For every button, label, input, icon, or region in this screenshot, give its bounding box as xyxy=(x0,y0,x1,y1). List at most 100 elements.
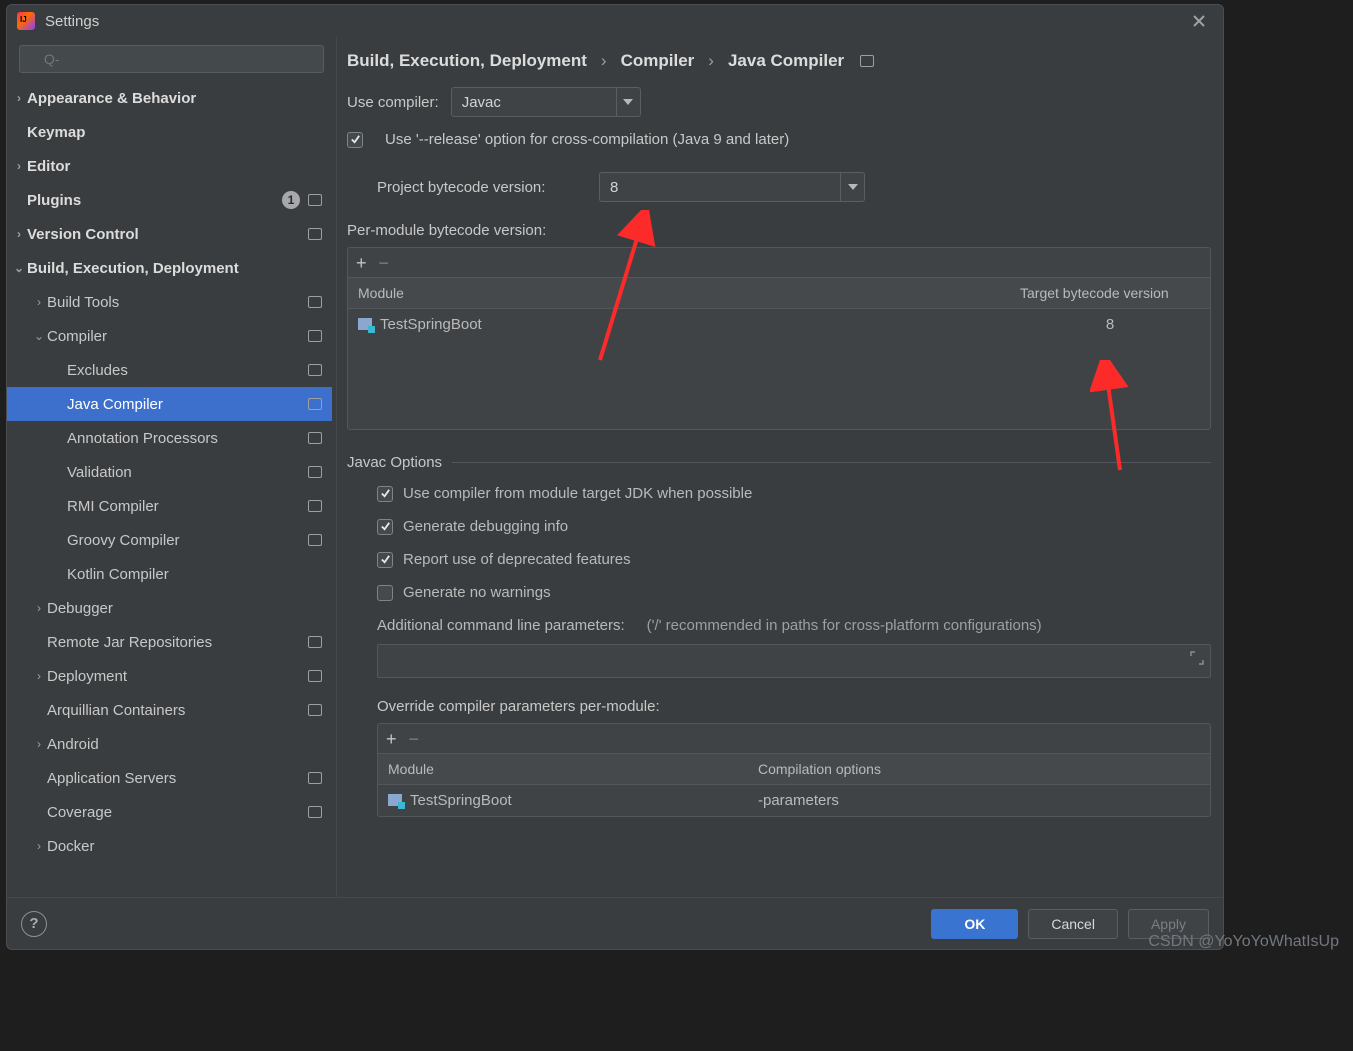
use-compiler-select[interactable]: Javac xyxy=(451,87,641,117)
update-count-badge: 1 xyxy=(282,191,300,209)
sidebar-item-keymap[interactable]: Keymap xyxy=(7,115,332,149)
sidebar-item-label: Excludes xyxy=(67,362,308,379)
sidebar-item-validation[interactable]: Validation xyxy=(7,455,332,489)
sidebar-item-excludes[interactable]: Excludes xyxy=(7,353,332,387)
close-button[interactable] xyxy=(1185,7,1213,35)
chevron-right-icon: › xyxy=(708,51,714,71)
sidebar-item-label: Application Servers xyxy=(47,770,308,787)
project-bytecode-version-value: 8 xyxy=(600,179,628,196)
window-title: Settings xyxy=(45,13,99,30)
sidebar-item-label: Remote Jar Repositories xyxy=(47,634,308,651)
sidebar-item-label: Annotation Processors xyxy=(67,430,308,447)
sidebar-item-java-compiler[interactable]: Java Compiler xyxy=(7,387,332,421)
chevron-right-icon: › xyxy=(31,839,47,853)
option-row: Report use of deprecated features xyxy=(377,551,1211,568)
help-button[interactable]: ? xyxy=(21,911,47,937)
project-bytecode-version-select[interactable]: 8 xyxy=(599,172,865,202)
sidebar-item-debugger[interactable]: ›Debugger xyxy=(7,591,332,625)
project-scope-icon xyxy=(860,55,874,67)
sidebar-item-docker[interactable]: ›Docker xyxy=(7,829,332,863)
project-scope-icon xyxy=(308,228,322,240)
sidebar-item-plugins[interactable]: Plugins1 xyxy=(7,183,332,217)
sidebar-item-groovy-compiler[interactable]: Groovy Compiler xyxy=(7,523,332,557)
checkbox[interactable] xyxy=(377,519,393,535)
sidebar-item-label: Android xyxy=(47,736,322,753)
chevron-down-icon: ⌄ xyxy=(11,261,27,275)
sidebar-item-build-execution-deployment[interactable]: ⌄Build, Execution, Deployment xyxy=(7,251,332,285)
project-bytecode-version-label: Project bytecode version: xyxy=(377,179,587,196)
target-bytecode-value[interactable]: 8 xyxy=(1010,309,1210,340)
addl-params-hint: ('/' recommended in paths for cross-plat… xyxy=(647,617,1042,634)
option-label: Generate debugging info xyxy=(403,518,568,535)
project-scope-icon xyxy=(308,806,322,818)
project-scope-icon xyxy=(308,330,322,342)
addl-params-input[interactable] xyxy=(377,644,1211,678)
remove-button[interactable]: − xyxy=(379,254,390,272)
sidebar-item-android[interactable]: ›Android xyxy=(7,727,332,761)
checkbox[interactable] xyxy=(377,585,393,601)
option-label: Report use of deprecated features xyxy=(403,551,631,568)
ide-logo-icon xyxy=(17,12,35,30)
expand-icon[interactable] xyxy=(1190,651,1204,665)
project-scope-icon xyxy=(308,466,322,478)
sidebar-item-appearance-behavior[interactable]: ›Appearance & Behavior xyxy=(7,81,332,115)
column-header-module: Module xyxy=(378,754,748,784)
module-name: TestSpringBoot xyxy=(410,792,512,809)
sidebar-item-label: Coverage xyxy=(47,804,308,821)
sidebar-item-arquillian-containers[interactable]: Arquillian Containers xyxy=(7,693,332,727)
release-option-checkbox[interactable] xyxy=(347,132,363,148)
sidebar-item-kotlin-compiler[interactable]: Kotlin Compiler xyxy=(7,557,332,591)
project-scope-icon xyxy=(308,432,322,444)
checkbox[interactable] xyxy=(377,552,393,568)
settings-window: Settings ›Appearance & BehaviorKeymap›Ed… xyxy=(6,4,1224,950)
chevron-right-icon: › xyxy=(31,669,47,683)
sidebar-item-annotation-processors[interactable]: Annotation Processors xyxy=(7,421,332,455)
sidebar-item-label: Editor xyxy=(27,158,322,175)
override-params-panel: + − Module Compilation options TestSprin… xyxy=(377,723,1211,817)
breadcrumb-item[interactable]: Build, Execution, Deployment xyxy=(347,51,587,71)
table-row[interactable]: TestSpringBoot8 xyxy=(348,309,1210,340)
option-row: Use compiler from module target JDK when… xyxy=(377,485,1211,502)
sidebar-item-label: Compiler xyxy=(47,328,308,345)
sidebar-item-rmi-compiler[interactable]: RMI Compiler xyxy=(7,489,332,523)
sidebar-item-application-servers[interactable]: Application Servers xyxy=(7,761,332,795)
sidebar-item-coverage[interactable]: Coverage xyxy=(7,795,332,829)
sidebar-item-editor[interactable]: ›Editor xyxy=(7,149,332,183)
sidebar-item-deployment[interactable]: ›Deployment xyxy=(7,659,332,693)
add-button[interactable]: + xyxy=(386,730,397,748)
chevron-right-icon: › xyxy=(11,227,27,241)
column-header-compilation-options: Compilation options xyxy=(748,754,1188,784)
remove-button[interactable]: − xyxy=(409,730,420,748)
sidebar-item-label: Plugins xyxy=(27,192,282,209)
project-scope-icon xyxy=(308,704,322,716)
project-scope-icon xyxy=(308,670,322,682)
add-button[interactable]: + xyxy=(356,254,367,272)
breadcrumb-item[interactable]: Compiler xyxy=(621,51,695,71)
sidebar-item-version-control[interactable]: ›Version Control xyxy=(7,217,332,251)
column-header-target: Target bytecode version xyxy=(1010,278,1210,308)
settings-tree[interactable]: ›Appearance & BehaviorKeymap›EditorPlugi… xyxy=(7,81,336,897)
project-scope-icon xyxy=(308,296,322,308)
settings-search-input[interactable] xyxy=(19,45,324,73)
column-header-module: Module xyxy=(348,278,1010,308)
compilation-options-value[interactable]: -parameters xyxy=(748,785,1188,816)
sidebar-item-label: Debugger xyxy=(47,600,322,617)
ok-button[interactable]: OK xyxy=(931,909,1018,939)
project-scope-icon xyxy=(308,500,322,512)
table-row[interactable]: TestSpringBoot -parameters xyxy=(378,785,1210,816)
sidebar-item-compiler[interactable]: ⌄Compiler xyxy=(7,319,332,353)
addl-params-label: Additional command line parameters: xyxy=(377,617,625,634)
chevron-down-icon: ⌄ xyxy=(31,329,47,343)
checkbox[interactable] xyxy=(377,486,393,502)
per-module-bytecode-label: Per-module bytecode version: xyxy=(347,222,1211,239)
sidebar-item-remote-jar-repositories[interactable]: Remote Jar Repositories xyxy=(7,625,332,659)
chevron-right-icon: › xyxy=(11,159,27,173)
breadcrumb: Build, Execution, Deployment › Compiler … xyxy=(347,37,1211,87)
settings-content: Build, Execution, Deployment › Compiler … xyxy=(337,37,1223,897)
project-scope-icon xyxy=(308,636,322,648)
cancel-button[interactable]: Cancel xyxy=(1028,909,1118,939)
chevron-right-icon: › xyxy=(31,601,47,615)
sidebar-item-build-tools[interactable]: ›Build Tools xyxy=(7,285,332,319)
chevron-right-icon: › xyxy=(601,51,607,71)
project-scope-icon xyxy=(308,194,322,206)
